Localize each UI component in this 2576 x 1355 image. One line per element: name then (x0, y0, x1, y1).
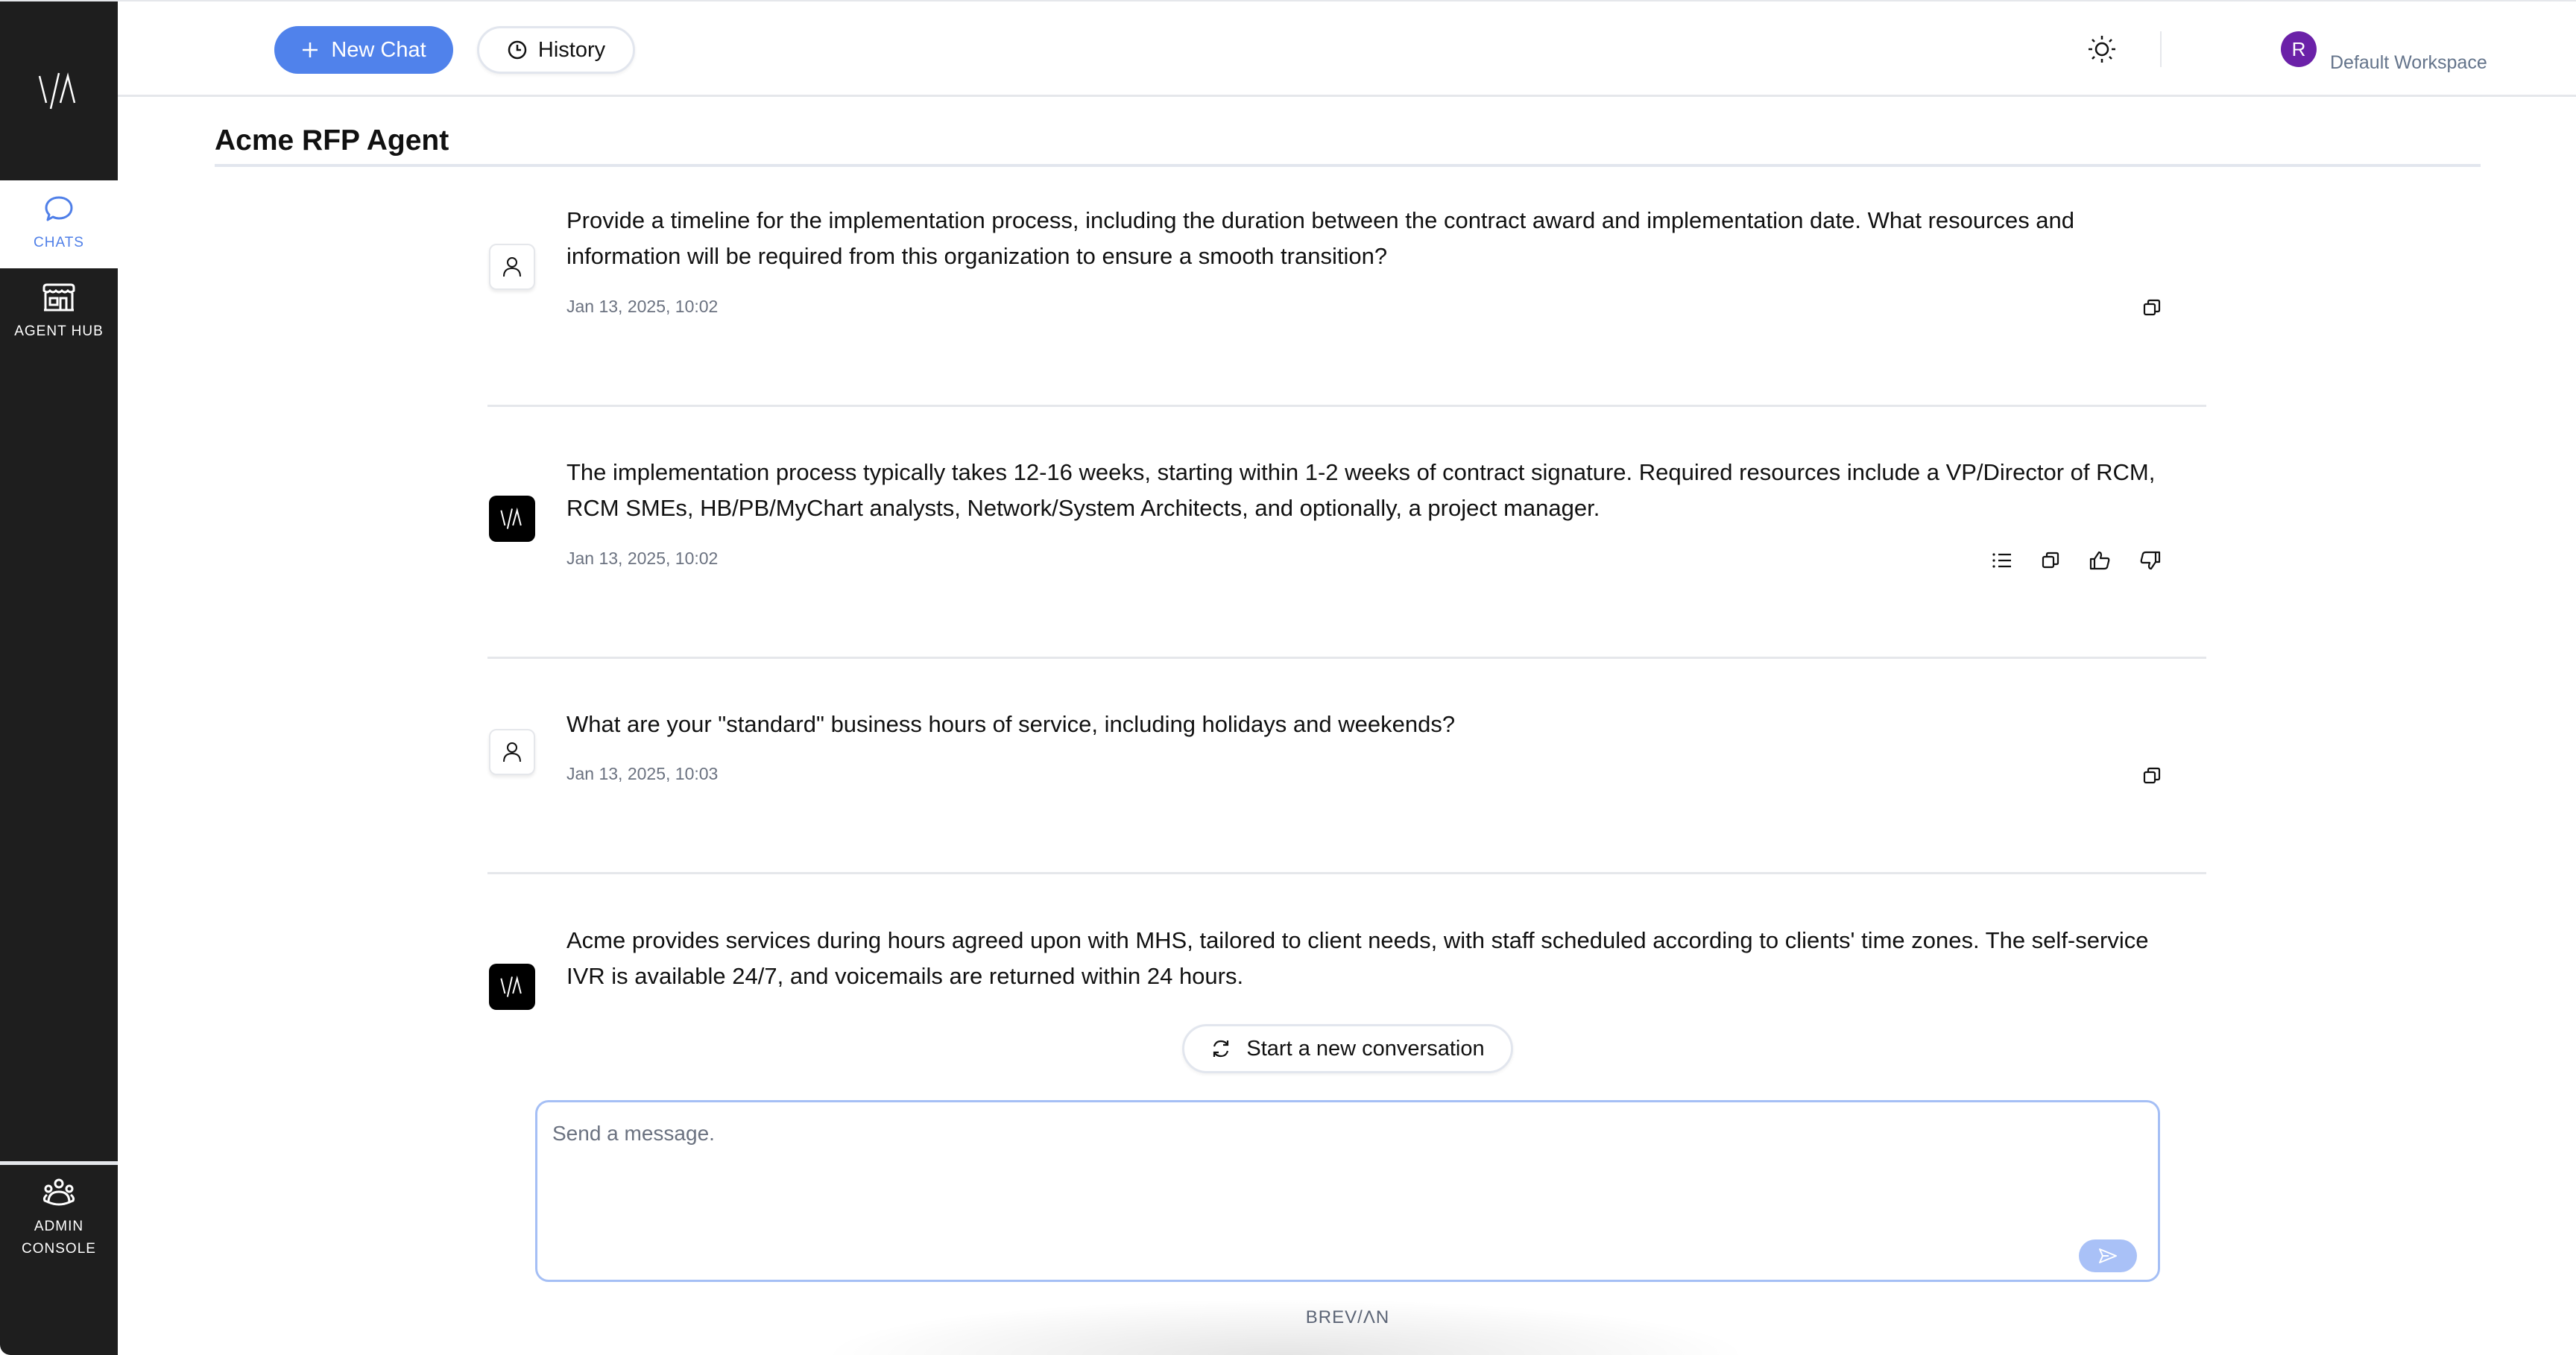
user-avatar[interactable]: R (2281, 31, 2317, 67)
message-text: The implementation process typically tak… (566, 459, 2156, 521)
chat-message-user: What are your "standard" business hours … (487, 707, 2206, 811)
message-text: Acme provides services during hours agre… (566, 927, 2149, 989)
send-button[interactable] (2079, 1239, 2137, 1272)
thumbs-down-icon (2140, 551, 2161, 570)
message-divider (487, 405, 2206, 407)
storefront-icon (42, 283, 75, 312)
app-window: CHATS AGENT HUB ADMIN CONSOLE New Chat H… (0, 1, 2576, 1355)
clock-icon (508, 40, 527, 60)
user-icon (503, 742, 521, 762)
brand-logo-icon (500, 975, 522, 997)
message-timestamp: Jan 13, 2025, 10:03 (566, 764, 719, 783)
sidebar-item-admin-console[interactable]: ADMIN CONSOLE (0, 1161, 118, 1273)
sources-button[interactable] (1992, 552, 2012, 569)
sun-icon (2089, 36, 2115, 63)
copy-icon (2143, 299, 2161, 316)
sidebar-item-label: ADMIN CONSOLE (22, 1216, 96, 1260)
user-icon (503, 257, 521, 277)
refresh-icon (1213, 1040, 1229, 1058)
user-avatar-badge (489, 729, 535, 775)
brand-logo-icon (500, 507, 522, 529)
new-chat-button[interactable]: New Chat (274, 26, 453, 74)
logo[interactable] (0, 1, 118, 180)
copy-button[interactable] (2142, 298, 2162, 318)
workspace-selector[interactable]: Default Workspace (2330, 52, 2487, 74)
send-icon (2099, 1248, 2117, 1263)
theme-toggle[interactable] (2086, 33, 2118, 66)
history-button[interactable]: History (477, 26, 635, 74)
thumbs-up-button[interactable] (2089, 550, 2111, 571)
agent-avatar-badge (489, 496, 535, 542)
history-label: History (537, 37, 606, 62)
top-header: New Chat History R Default Workspace (118, 1, 2576, 97)
copy-button[interactable] (2142, 766, 2162, 786)
chat-message-assistant: Acme provides services during hours agre… (487, 923, 2206, 1012)
copy-button[interactable] (2041, 551, 2060, 570)
message-actions (2142, 766, 2162, 786)
agent-avatar-badge (489, 964, 535, 1010)
admin-label-line1: ADMIN (34, 1218, 84, 1234)
message-text: What are your "standard" business hours … (566, 711, 1456, 737)
start-new-conversation-button[interactable]: Start a new conversation (1182, 1024, 1513, 1073)
message-composer (535, 1100, 2160, 1282)
message-divider (487, 872, 2206, 874)
user-avatar-badge (489, 244, 535, 290)
sidebar-item-label: CHATS (34, 235, 84, 250)
copy-icon (2143, 767, 2161, 784)
message-timestamp: Jan 13, 2025, 10:02 (566, 297, 719, 316)
chat-message-assistant: The implementation process typically tak… (487, 455, 2206, 604)
plus-icon (303, 42, 318, 57)
thumbs-up-icon (2089, 551, 2110, 570)
admin-label-line2: CONSOLE (22, 1240, 96, 1257)
footer-brand: BREV/ΛN (1305, 1307, 1390, 1327)
chat-bubble-icon (45, 196, 73, 221)
thumbs-down-button[interactable] (2139, 550, 2162, 571)
message-timestamp: Jan 13, 2025, 10:02 (566, 549, 719, 568)
message-actions (1992, 550, 2162, 571)
message-actions (2142, 298, 2162, 318)
sidebar-item-agent-hub[interactable]: AGENT HUB (0, 268, 118, 356)
page-title: Acme RFP Agent (215, 124, 449, 157)
start-new-conversation-label: Start a new conversation (1246, 1036, 1485, 1061)
chat-message-user: Provide a timeline for the implementatio… (487, 203, 2206, 352)
message-divider (487, 657, 2206, 659)
sidebar-item-chats[interactable]: CHATS (0, 180, 118, 268)
copy-icon (2042, 552, 2059, 569)
sidebar-item-label: AGENT HUB (14, 323, 104, 339)
list-icon (1992, 553, 2011, 568)
users-group-icon (42, 1178, 75, 1205)
header-divider (2160, 31, 2162, 67)
sidebar: CHATS AGENT HUB ADMIN CONSOLE (0, 1, 118, 1355)
title-divider (215, 164, 2481, 167)
new-chat-label: New Chat (331, 37, 426, 62)
message-text: Provide a timeline for the implementatio… (566, 207, 2075, 269)
brand-logo-icon (38, 72, 76, 110)
message-input[interactable] (552, 1122, 2080, 1256)
